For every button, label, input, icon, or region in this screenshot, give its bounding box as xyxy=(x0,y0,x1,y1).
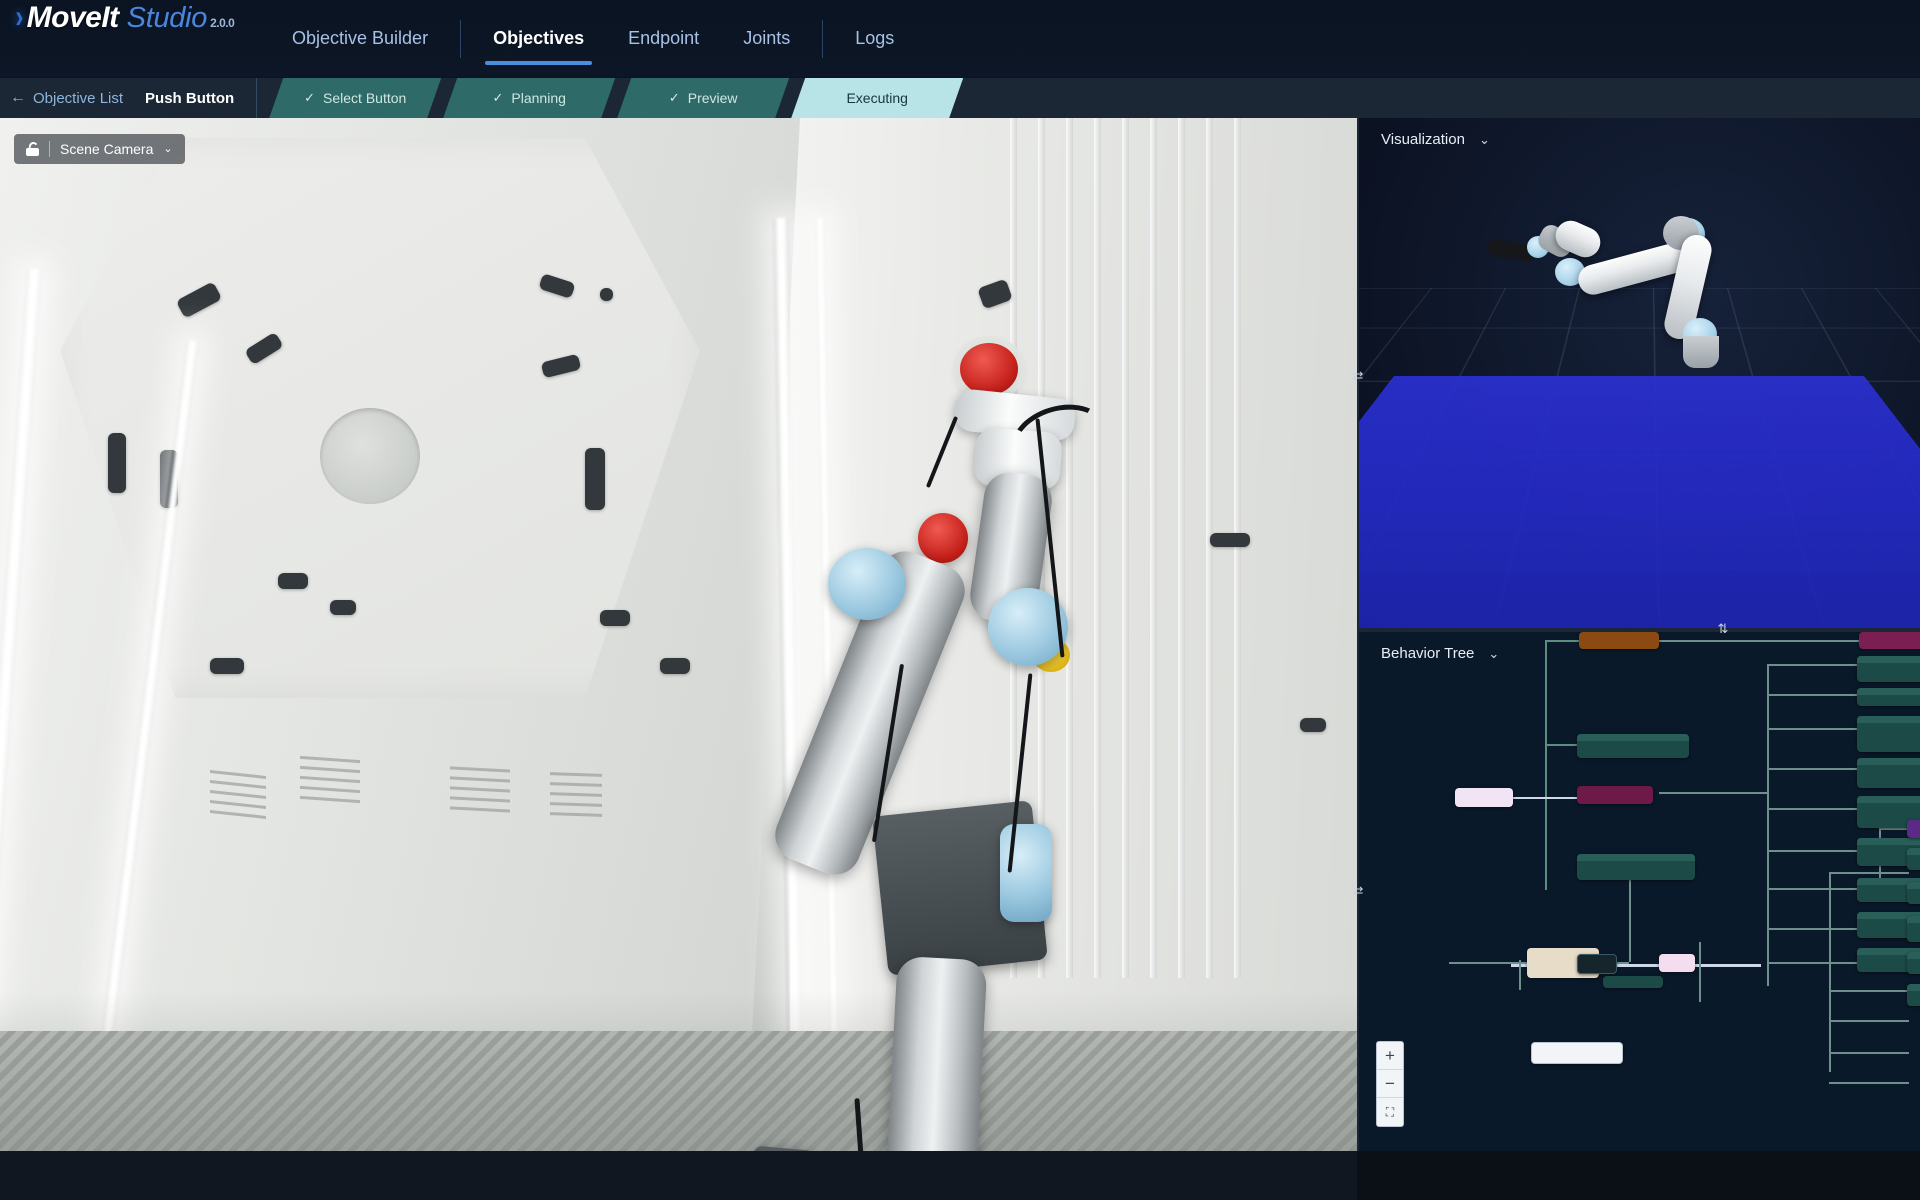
bt-node-decorator-right[interactable] xyxy=(1907,820,1920,838)
bt-node-subtree-group[interactable] xyxy=(1577,854,1695,880)
resize-horizontal-icon-2: ⇄ xyxy=(1352,883,1364,898)
resize-vertical-icon: ⇅ xyxy=(1717,621,1729,636)
visualization-workspace-plane xyxy=(1359,376,1920,628)
behavior-tree-title: Behavior Tree xyxy=(1381,644,1475,662)
behavior-tree-panel[interactable]: Behavior Tree ⌄ + − ⛶ xyxy=(1359,632,1920,1151)
bt-node-condition-1[interactable] xyxy=(1577,734,1689,758)
scene-camera-selector[interactable]: Scene Camera ⌄ xyxy=(14,134,185,164)
horizontal-splitter[interactable] xyxy=(1359,628,1920,632)
robot-arm-lower-link xyxy=(882,955,988,1151)
visualization-panel-header[interactable]: Visualization ⌄ xyxy=(1359,118,1920,160)
logo-moveit-text: MoveIt xyxy=(26,0,120,34)
step-select-button-label: Select Button xyxy=(323,90,407,106)
bt-node-pink-small[interactable] xyxy=(1659,954,1695,972)
visualization-title: Visualization xyxy=(1381,130,1465,148)
objective-step-progress: ✓ Select Button ✓ Planning ✓ Preview Exe… xyxy=(269,78,965,118)
bt-node-action-13[interactable] xyxy=(1907,952,1920,974)
tab-objectives[interactable]: Objectives xyxy=(471,0,606,78)
bt-node-sequence-2[interactable] xyxy=(1577,786,1653,804)
nav-tab-list: Objective Builder Objectives Endpoint Jo… xyxy=(270,0,916,78)
step-preview[interactable]: ✓ Preview xyxy=(617,78,789,118)
step-select-button[interactable]: ✓ Select Button xyxy=(269,78,441,118)
camera-panel-footer xyxy=(0,1151,1357,1200)
bt-node-small-1[interactable] xyxy=(1603,976,1663,988)
scene-camera-label: Scene Camera xyxy=(60,141,154,157)
back-to-objective-list-link[interactable]: ← Objective List xyxy=(0,90,123,107)
chevron-down-icon-visualization[interactable]: ⌄ xyxy=(1479,133,1490,146)
step-preview-check-icon: ✓ xyxy=(668,90,680,105)
scene-camera-feed xyxy=(0,118,1357,1151)
bt-node-action-4[interactable] xyxy=(1857,758,1920,788)
tab-endpoint[interactable]: Endpoint xyxy=(606,0,721,78)
step-planning[interactable]: ✓ Planning xyxy=(443,78,615,118)
nav-divider-1 xyxy=(460,19,462,58)
bt-node-action-offscreen-1[interactable] xyxy=(1531,1042,1623,1064)
behavior-tree-zoom-controls: + − ⛶ xyxy=(1376,1041,1404,1127)
vertical-splitter-handle-top[interactable]: ⇄ xyxy=(1349,365,1367,387)
objective-title: Push Button xyxy=(145,89,235,107)
step-executing[interactable]: Executing xyxy=(791,78,963,118)
back-link-label: Objective List xyxy=(33,89,124,107)
nav-divider-2 xyxy=(822,19,824,58)
chevron-down-icon-behavior-tree[interactable]: ⌄ xyxy=(1488,647,1499,660)
bt-node-action-2[interactable] xyxy=(1857,688,1920,706)
tab-objective-builder-label: Objective Builder xyxy=(292,28,429,48)
vertical-splitter[interactable] xyxy=(1357,118,1359,1151)
tab-logs[interactable]: Logs xyxy=(833,0,916,78)
app-root: › MoveIt Studio 2.0.0 Objective Builder … xyxy=(0,0,1920,1200)
step-planning-check-icon: ✓ xyxy=(492,90,504,105)
tab-joints-label: Joints xyxy=(743,28,791,48)
fit-to-screen-button[interactable]: ⛶ xyxy=(1377,1098,1403,1126)
behavior-tree-panel-header[interactable]: Behavior Tree ⌄ xyxy=(1359,632,1920,674)
app-logo: › MoveIt Studio 2.0.0 xyxy=(0,0,270,78)
bt-node-action-11[interactable] xyxy=(1907,882,1920,904)
top-navigation-bar: › MoveIt Studio 2.0.0 Objective Builder … xyxy=(0,0,1920,78)
bt-node-action-14[interactable] xyxy=(1907,984,1920,1006)
tab-objective-builder[interactable]: Objective Builder xyxy=(270,0,450,78)
subbar-divider xyxy=(256,78,258,118)
bt-node-action-3[interactable] xyxy=(1857,716,1920,752)
scene-camera-panel[interactable]: Scene Camera ⌄ xyxy=(0,118,1357,1151)
horizontal-splitter-handle[interactable]: ⇅ xyxy=(1712,620,1734,638)
tab-objectives-label: Objectives xyxy=(493,28,585,48)
step-planning-label: Planning xyxy=(511,90,566,106)
zoom-in-button[interactable]: + xyxy=(1377,1042,1403,1070)
visualization-panel[interactable]: Visualization ⌄ xyxy=(1359,118,1920,628)
chevron-down-icon[interactable]: ⌄ xyxy=(163,143,172,155)
step-executing-label: Executing xyxy=(846,90,908,106)
tab-logs-label: Logs xyxy=(855,28,895,48)
behavior-tree-canvas[interactable] xyxy=(1359,632,1920,1151)
bt-node-dark-preview[interactable] xyxy=(1577,954,1617,974)
bt-node-root[interactable] xyxy=(1455,788,1513,807)
resize-horizontal-icon: ⇄ xyxy=(1352,368,1364,383)
tab-joints[interactable]: Joints xyxy=(721,0,812,78)
logo-studio-text: Studio xyxy=(126,1,208,34)
step-preview-label: Preview xyxy=(687,90,738,106)
logo-chevron-icon: › xyxy=(15,0,24,34)
step-select-button-check-icon: ✓ xyxy=(304,90,316,105)
camera-chip-divider xyxy=(49,141,50,157)
bt-node-action-10[interactable] xyxy=(1907,848,1920,870)
zoom-out-button[interactable]: − xyxy=(1377,1070,1403,1098)
back-arrow-icon: ← xyxy=(10,89,26,106)
visualization-3d-canvas[interactable] xyxy=(1359,118,1920,628)
tab-endpoint-label: Endpoint xyxy=(628,28,700,48)
objective-subbar: ← Objective List Push Button ✓ Select Bu… xyxy=(0,78,1920,118)
unlock-icon[interactable] xyxy=(26,141,39,156)
vertical-splitter-handle-bottom[interactable]: ⇄ xyxy=(1349,880,1367,902)
logo-version-text: 2.0.0 xyxy=(210,15,235,30)
bt-node-action-12[interactable] xyxy=(1907,916,1920,942)
red-emergency-button xyxy=(960,343,1018,395)
